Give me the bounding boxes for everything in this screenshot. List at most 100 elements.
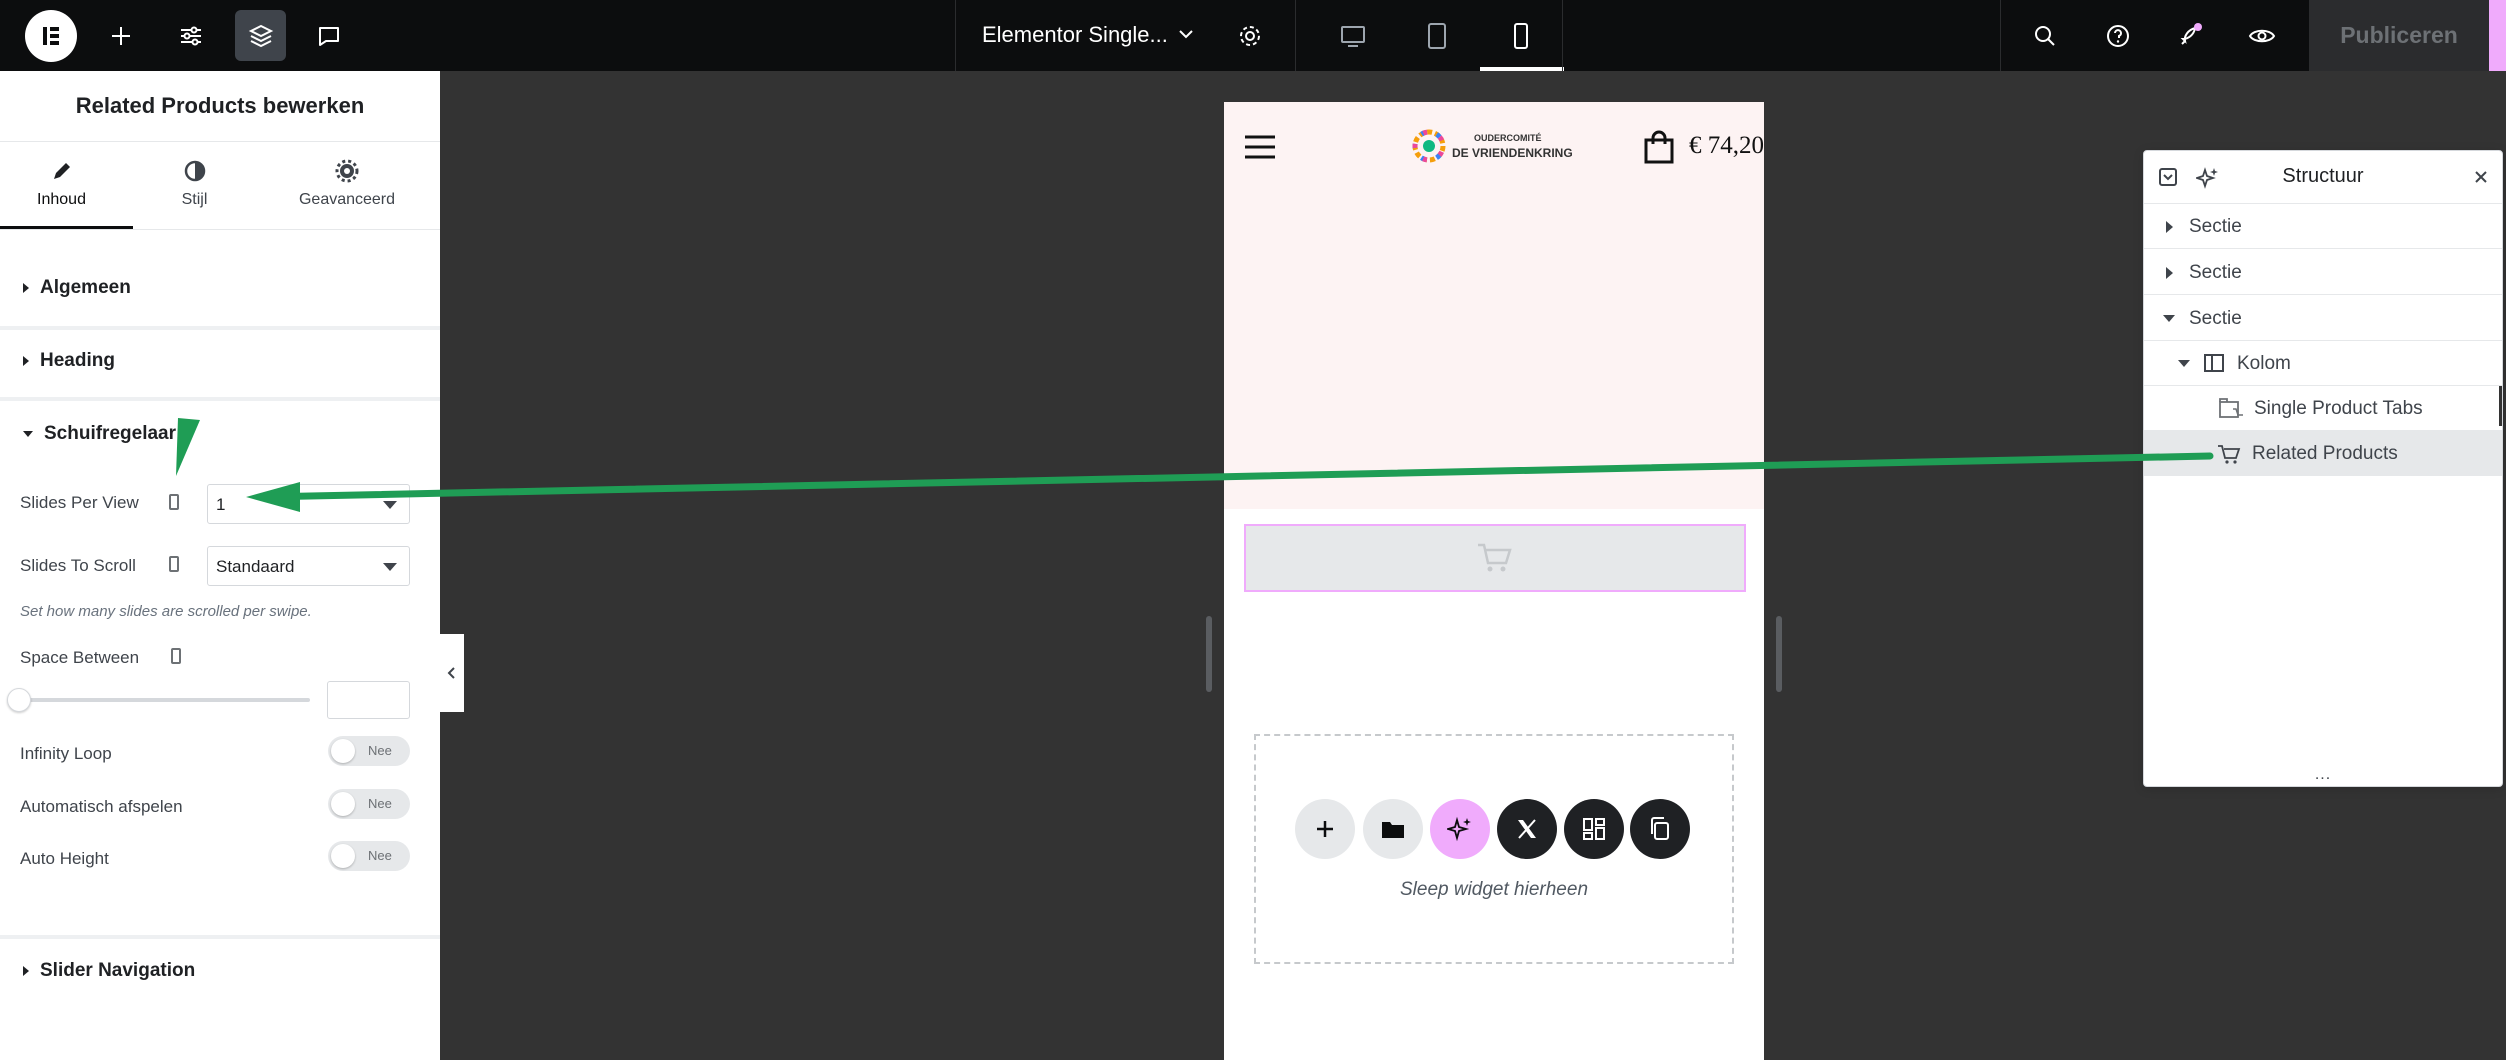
- publish-options-accent[interactable]: [2489, 0, 2506, 71]
- drop-zone-text: Sleep widget hierheen: [1399, 879, 1589, 900]
- mobile-icon: [1513, 22, 1528, 49]
- logo-line-2: DE VRIENDENKRING: [1452, 146, 1573, 160]
- expand-caret-icon[interactable]: [2166, 267, 2173, 279]
- tab-stijl[interactable]: Stijl: [133, 157, 256, 209]
- plus-icon: [111, 26, 130, 45]
- navigator-item-label: Single Product Tabs: [2254, 398, 2423, 419]
- cart-total[interactable]: € 74,20: [1689, 132, 1764, 160]
- auto-height-toggle-text: Nee: [368, 848, 392, 863]
- autoplay-toggle-text: Nee: [368, 796, 392, 811]
- navigator-item-label: Sectie: [2189, 216, 2242, 237]
- collapse-caret-icon[interactable]: [2163, 315, 2175, 322]
- gear-icon: [1239, 25, 1260, 46]
- site-header: OUDERCOMITÉ DE VRIENDENKRING € 74,20: [1224, 102, 1764, 194]
- add-template-button[interactable]: [1363, 799, 1423, 859]
- navigator-scrollbar[interactable]: [2499, 386, 2502, 426]
- column-icon: [2204, 354, 2224, 372]
- tablet-view-button[interactable]: [1411, 10, 1462, 61]
- infinity-loop-toggle[interactable]: Nee: [328, 736, 410, 766]
- mobile-preview-frame: OUDERCOMITÉ DE VRIENDENKRING € 74,20 Sle…: [1224, 102, 1764, 1060]
- mobile-device-icon[interactable]: [169, 556, 179, 572]
- section-algemeen[interactable]: Algemeen: [22, 277, 131, 299]
- canvas-resize-handle-left[interactable]: [1206, 616, 1212, 692]
- desktop-view-button[interactable]: [1327, 10, 1378, 61]
- section-slider-navigation[interactable]: Slider Navigation: [22, 960, 195, 982]
- mobile-view-button[interactable]: [1495, 10, 1546, 61]
- slides-to-scroll-value: Standaard: [216, 557, 295, 576]
- x-kit-button[interactable]: [1497, 799, 1557, 859]
- chevron-left-icon: [447, 667, 455, 679]
- hamburger-menu-icon[interactable]: [1244, 134, 1276, 160]
- space-between-input[interactable]: [327, 681, 410, 719]
- space-between-slider-track[interactable]: [18, 698, 310, 702]
- tablet-icon: [1427, 22, 1446, 49]
- preview-button[interactable]: [2236, 10, 2287, 61]
- tab-geavanceerd[interactable]: Geavanceerd: [287, 157, 407, 209]
- mobile-device-icon[interactable]: [169, 494, 179, 510]
- structure-button[interactable]: [235, 10, 286, 61]
- section-heading[interactable]: Heading: [22, 350, 115, 372]
- whats-new-button[interactable]: [2164, 10, 2215, 61]
- elementor-icon: [43, 27, 59, 45]
- add-section-button[interactable]: [1295, 799, 1355, 859]
- top-bar: Elementor Single... Publiceren: [0, 0, 2506, 71]
- close-icon[interactable]: [2474, 170, 2488, 184]
- search-button[interactable]: [2019, 10, 2070, 61]
- caret-right-icon: [23, 356, 29, 366]
- slides-to-scroll-description: Set how many slides are scrolled per swi…: [20, 603, 312, 620]
- layers-icon: [248, 24, 273, 47]
- active-device-indicator: [1480, 67, 1564, 71]
- add-element-button[interactable]: [95, 10, 146, 61]
- section-heading-label: Heading: [40, 350, 115, 371]
- navigator-item-single-product-tabs[interactable]: Single Product Tabs: [2144, 386, 2502, 431]
- half-circle-icon: [184, 160, 205, 182]
- notes-button[interactable]: [303, 10, 354, 61]
- section-schuifregelaar[interactable]: Schuifregelaar: [22, 423, 176, 445]
- space-between-label: Space Between: [20, 648, 140, 667]
- document-title[interactable]: Elementor Single...: [982, 22, 1168, 48]
- collapse-panel-button[interactable]: [440, 634, 464, 712]
- navigator-item-label: Related Products: [2252, 443, 2398, 464]
- slides-per-view-value: 1: [216, 495, 226, 514]
- widget-drop-zone[interactable]: Sleep widget hierheen: [1254, 734, 1734, 964]
- navigator-item-sectie[interactable]: Sectie: [2144, 250, 2502, 295]
- navigator-item-sectie[interactable]: Sectie: [2144, 204, 2502, 249]
- product-tabs-icon: [2219, 398, 2243, 418]
- search-icon: [2034, 25, 2055, 46]
- canvas-resize-handle-right[interactable]: [1776, 616, 1782, 692]
- slides-per-view-select[interactable]: 1: [207, 484, 410, 524]
- mobile-device-icon[interactable]: [171, 648, 181, 664]
- autoplay-toggle[interactable]: Nee: [328, 789, 410, 819]
- page-settings-button[interactable]: [1224, 10, 1275, 61]
- product-section-area: [1224, 194, 1764, 509]
- slides-to-scroll-select[interactable]: Standaard: [207, 546, 410, 586]
- site-settings-button[interactable]: [165, 10, 216, 61]
- navigator-item-kolom[interactable]: Kolom: [2144, 341, 2502, 386]
- site-logo-icon[interactable]: [1410, 126, 1448, 166]
- tab-inhoud[interactable]: Inhoud: [0, 157, 123, 209]
- kit-library-button[interactable]: [1564, 799, 1624, 859]
- section-algemeen-label: Algemeen: [40, 277, 131, 298]
- expand-caret-icon[interactable]: [2166, 221, 2173, 233]
- ai-generate-button[interactable]: [1430, 799, 1490, 859]
- help-button[interactable]: [2092, 10, 2143, 61]
- auto-height-toggle[interactable]: Nee: [328, 841, 410, 871]
- logo-line-1: OUDERCOMITÉ: [1474, 133, 1542, 143]
- chevron-down-icon[interactable]: [1177, 28, 1195, 42]
- paste-button[interactable]: [1630, 799, 1690, 859]
- navigator-resize-handle[interactable]: ...: [2144, 766, 2502, 784]
- related-products-widget[interactable]: [1244, 524, 1746, 592]
- section-slider-navigation-label: Slider Navigation: [40, 960, 196, 981]
- comment-icon: [318, 26, 339, 46]
- desktop-icon: [1340, 25, 1365, 47]
- rocket-icon: [2180, 22, 2202, 45]
- navigator-item-sectie[interactable]: Sectie: [2144, 296, 2502, 341]
- infinity-loop-toggle-text: Nee: [368, 743, 392, 758]
- collapse-caret-icon[interactable]: [2178, 360, 2190, 367]
- navigator-item-related-products[interactable]: Related Products: [2144, 431, 2502, 476]
- elementor-logo-button[interactable]: [25, 10, 77, 62]
- publish-button[interactable]: Publiceren: [2309, 0, 2489, 71]
- section-schuifregelaar-label: Schuifregelaar: [44, 423, 176, 444]
- shopping-bag-icon[interactable]: [1642, 130, 1676, 164]
- space-between-slider-handle[interactable]: [7, 688, 31, 712]
